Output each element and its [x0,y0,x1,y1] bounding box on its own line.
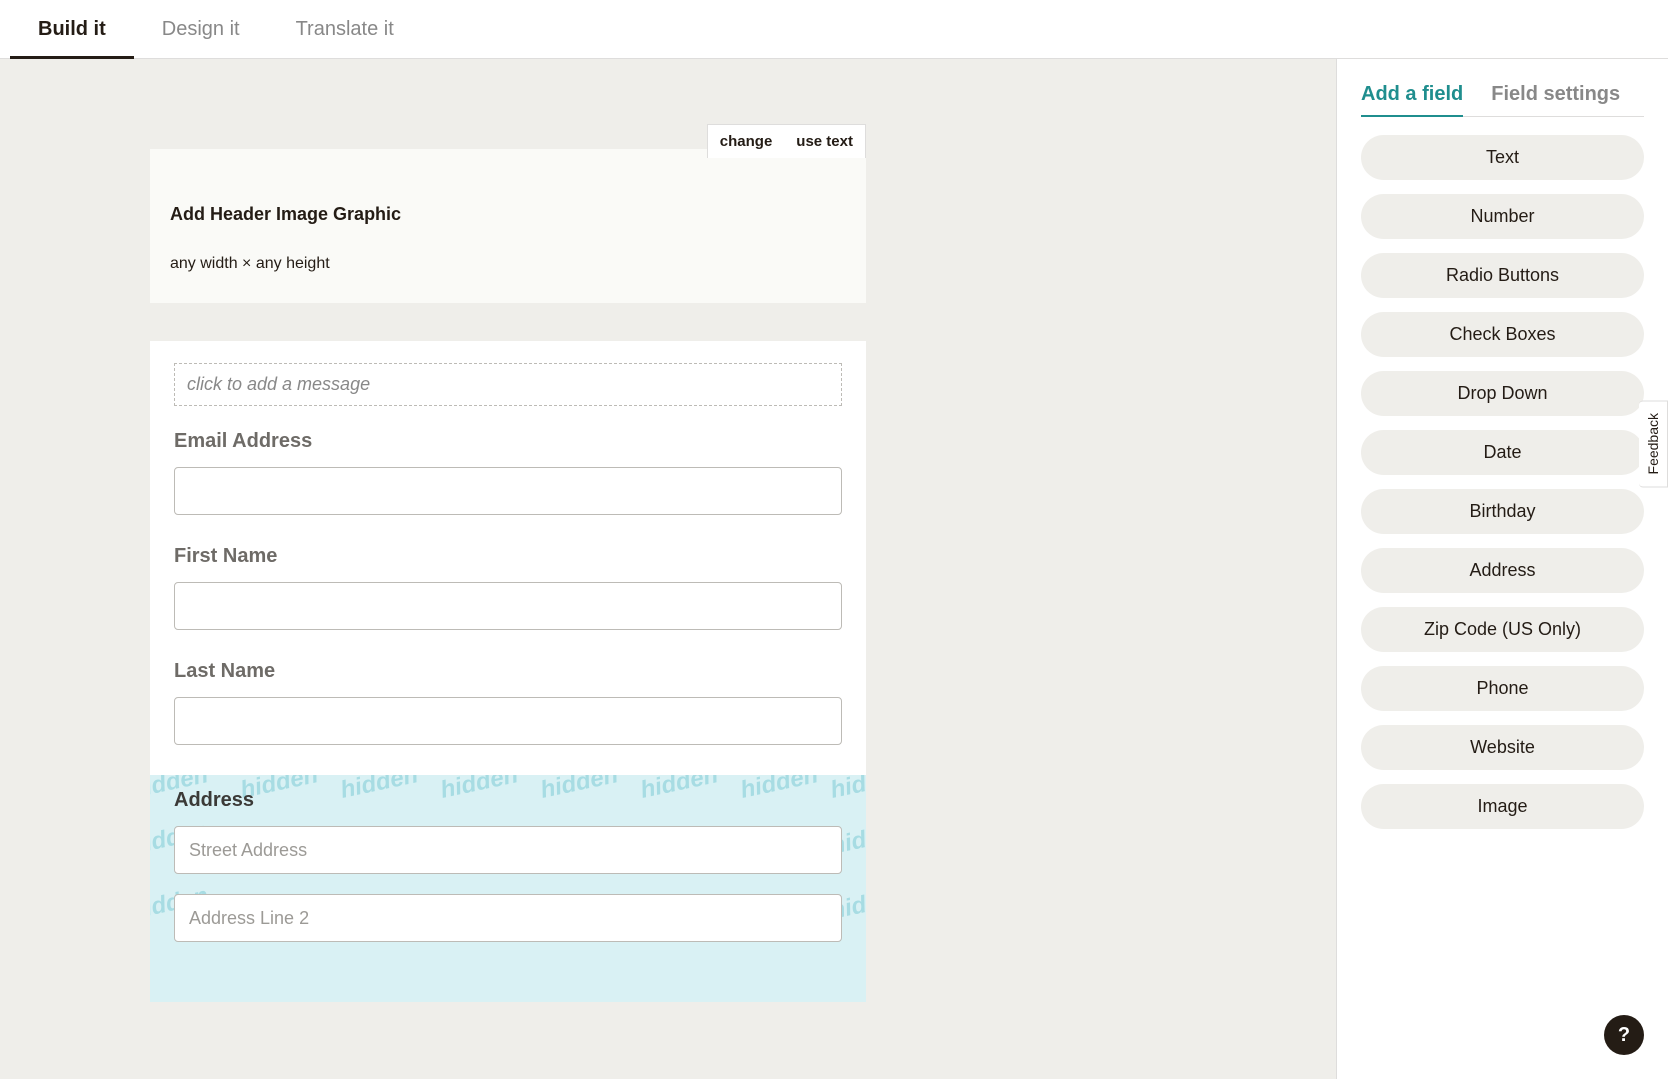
header-image-dims: any width × any height [170,255,846,273]
sidebar: Add a field Field settings Text Number R… [1336,59,1668,1079]
feedback-tab[interactable]: Feedback [1639,400,1668,487]
tab-build-it[interactable]: Build it [10,0,134,58]
sidebar-tab-field-settings[interactable]: Field settings [1491,83,1620,116]
tab-design-it[interactable]: Design it [134,0,268,58]
address-line2-input[interactable] [174,894,842,942]
field-label-first-name: First Name [174,545,842,568]
sidebar-tabs: Add a field Field settings [1361,83,1644,117]
add-field-phone[interactable]: Phone [1361,666,1644,711]
add-field-check-boxes[interactable]: Check Boxes [1361,312,1644,357]
add-field-address[interactable]: Address [1361,548,1644,593]
street-address-input[interactable] [174,826,842,874]
field-address-hidden[interactable]: hidden hidden hidden hidden hidden hidde… [150,775,866,1002]
canvas-inner: change use text Add Header Image Graphic… [150,149,866,1002]
top-tabs: Build it Design it Translate it [0,0,1668,59]
add-field-birthday[interactable]: Birthday [1361,489,1644,534]
help-icon: ? [1618,1024,1630,1047]
header-image-title: Add Header Image Graphic [170,204,846,225]
help-button[interactable]: ? [1604,1015,1644,1055]
field-email[interactable]: Email Address [174,430,842,515]
add-message-placeholder[interactable]: click to add a message [174,363,842,406]
field-last-name[interactable]: Last Name [174,660,842,745]
header-image-block[interactable]: change use text Add Header Image Graphic… [150,149,866,303]
form-card: click to add a message Email Address Fir… [150,341,866,1002]
main-layout: change use text Add Header Image Graphic… [0,59,1668,1079]
add-field-zip-code[interactable]: Zip Code (US Only) [1361,607,1644,652]
add-field-image[interactable]: Image [1361,784,1644,829]
add-field-date[interactable]: Date [1361,430,1644,475]
use-text-button[interactable]: use text [784,125,865,158]
add-field-website[interactable]: Website [1361,725,1644,770]
first-name-input[interactable] [174,582,842,630]
add-field-text[interactable]: Text [1361,135,1644,180]
field-label-address: Address [174,789,842,812]
email-input[interactable] [174,467,842,515]
add-field-radio-buttons[interactable]: Radio Buttons [1361,253,1644,298]
last-name-input[interactable] [174,697,842,745]
sidebar-tab-add-field[interactable]: Add a field [1361,83,1463,116]
field-label-email: Email Address [174,430,842,453]
field-first-name[interactable]: First Name [174,545,842,630]
header-image-actions: change use text [707,124,866,158]
canvas-area: change use text Add Header Image Graphic… [0,59,1336,1079]
change-button[interactable]: change [708,125,785,158]
field-label-last-name: Last Name [174,660,842,683]
add-field-drop-down[interactable]: Drop Down [1361,371,1644,416]
tab-translate-it[interactable]: Translate it [268,0,422,58]
add-field-number[interactable]: Number [1361,194,1644,239]
